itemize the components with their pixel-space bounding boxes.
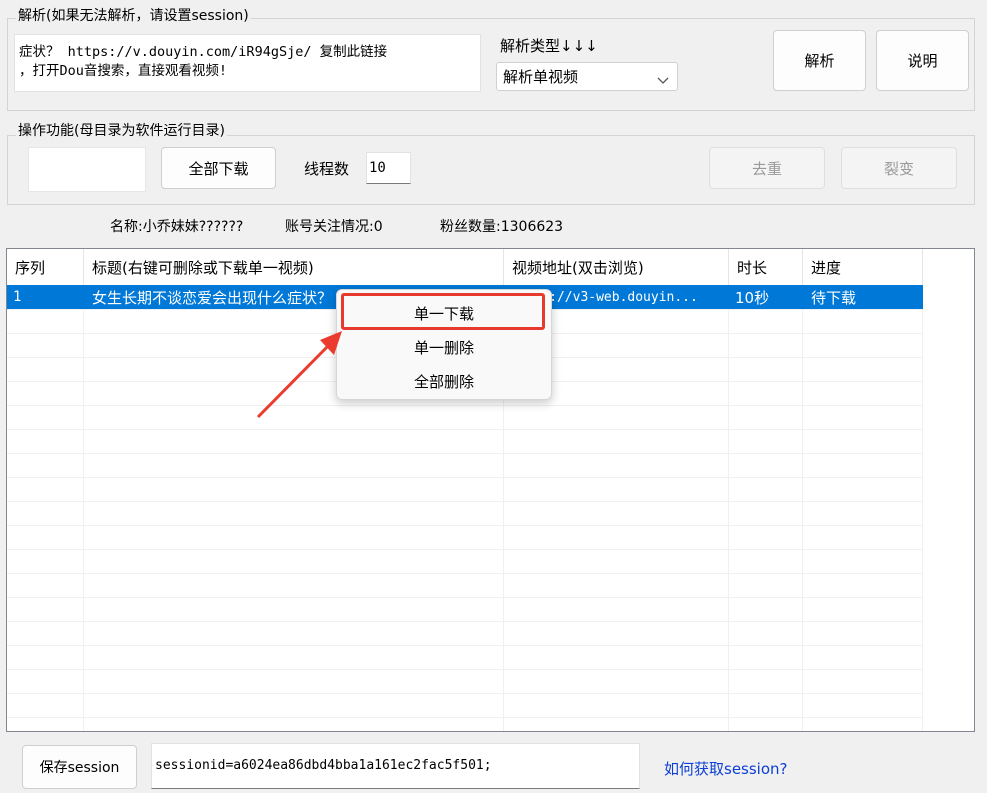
col-header-index[interactable]: 序列 (7, 249, 84, 285)
col-header-title[interactable]: 标题(右键可删除或下载单一视频) (84, 249, 504, 285)
account-name: 名称:小乔妹妹?????? (110, 219, 244, 235)
grid-line (728, 285, 729, 731)
row-index: 1 (13, 289, 22, 305)
threads-label: 线程数 (304, 160, 350, 178)
grid-line (7, 597, 923, 598)
chevron-down-icon (657, 71, 669, 89)
download-all-button[interactable]: 全部下载 (161, 147, 276, 189)
parse-type-select[interactable]: 解析单视频 (496, 62, 678, 91)
grid-line (7, 453, 923, 454)
grid-line (922, 285, 923, 731)
session-input[interactable]: sessionid=a6024ea86dbd4bba1a161ec2fac5f5… (151, 743, 640, 789)
dedupe-button[interactable]: 去重 (709, 147, 825, 189)
ops-groupbox (7, 135, 975, 205)
grid-line (7, 645, 923, 646)
threads-value: 10 (369, 160, 386, 176)
account-fans: 粉丝数量:1306623 (440, 219, 564, 235)
grid-line (7, 501, 923, 502)
parse-type-selected: 解析单视频 (503, 68, 579, 86)
grid-line (7, 573, 923, 574)
row-progress: 待下载 (811, 288, 857, 307)
session-value: sessionid=a6024ea86dbd4bba1a161ec2fac5f5… (155, 758, 492, 773)
col-header-url[interactable]: 视频地址(双击浏览) (504, 249, 729, 285)
save-session-button[interactable]: 保存session (22, 745, 137, 789)
grid-line (802, 285, 803, 731)
parse-button[interactable]: 解析 (773, 30, 866, 91)
grid-line (7, 717, 923, 718)
menu-item-single-delete[interactable]: 单一删除 (337, 333, 551, 361)
help-button[interactable]: 说明 (876, 30, 969, 91)
grid-line (7, 669, 923, 670)
share-text-line2: ，打开Dou音搜索，直接观看视频! (19, 63, 228, 79)
annotation-highlight-box (341, 293, 545, 330)
save-session-label: 保存session (39, 760, 120, 776)
share-text-line1: 症状？ https://v.douyin.com/iR94gSje/ 复制此链接 (19, 44, 388, 60)
grid-line (7, 693, 923, 694)
grid-line (7, 525, 923, 526)
row-duration: 10秒 (735, 288, 770, 307)
how-to-session-link[interactable]: 如何获取session? (664, 758, 788, 779)
grid-line (7, 477, 923, 478)
share-text-input[interactable]: 症状？ https://v.douyin.com/iR94gSje/ 复制此链接… (14, 34, 481, 92)
grid-line (7, 405, 923, 406)
parse-type-label: 解析类型↓↓↓ (500, 37, 598, 55)
grid-line (7, 549, 923, 550)
fission-button[interactable]: 裂变 (841, 147, 957, 189)
col-header-progress[interactable]: 进度 (803, 249, 923, 285)
grid-line (83, 285, 84, 731)
grid-line (7, 621, 923, 622)
menu-item-delete-all[interactable]: 全部删除 (337, 367, 551, 395)
grid-line (7, 429, 923, 430)
ops-group-legend: 操作功能(母目录为软件运行目录) (16, 123, 227, 139)
account-follow: 账号关注情况:0 (285, 219, 383, 235)
threads-input[interactable]: 10 (366, 152, 411, 184)
parse-group-legend: 解析(如果无法解析，请设置session) (16, 8, 251, 24)
blank-box (28, 147, 146, 192)
col-header-duration[interactable]: 时长 (729, 249, 803, 285)
